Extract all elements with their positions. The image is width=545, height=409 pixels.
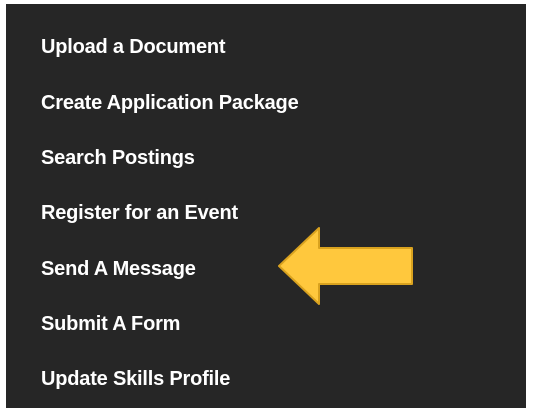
menu-item-send-message[interactable]: Send A Message xyxy=(41,254,196,284)
menu-item-submit-form[interactable]: Submit A Form xyxy=(41,309,180,339)
menu-item-search-postings[interactable]: Search Postings xyxy=(41,143,195,173)
arrow-left-icon xyxy=(276,225,416,307)
menu-item-upload-document[interactable]: Upload a Document xyxy=(41,32,226,62)
menu-item-register-event[interactable]: Register for an Event xyxy=(41,198,238,228)
arrow-shape xyxy=(278,227,413,305)
menu-item-create-application-package[interactable]: Create Application Package xyxy=(41,88,299,118)
arrow-left-icon-svg xyxy=(278,227,413,305)
menu-panel: Upload a Document Create Application Pac… xyxy=(6,4,526,408)
menu-item-update-skills-profile[interactable]: Update Skills Profile xyxy=(41,364,230,394)
page: Upload a Document Create Application Pac… xyxy=(0,0,545,409)
